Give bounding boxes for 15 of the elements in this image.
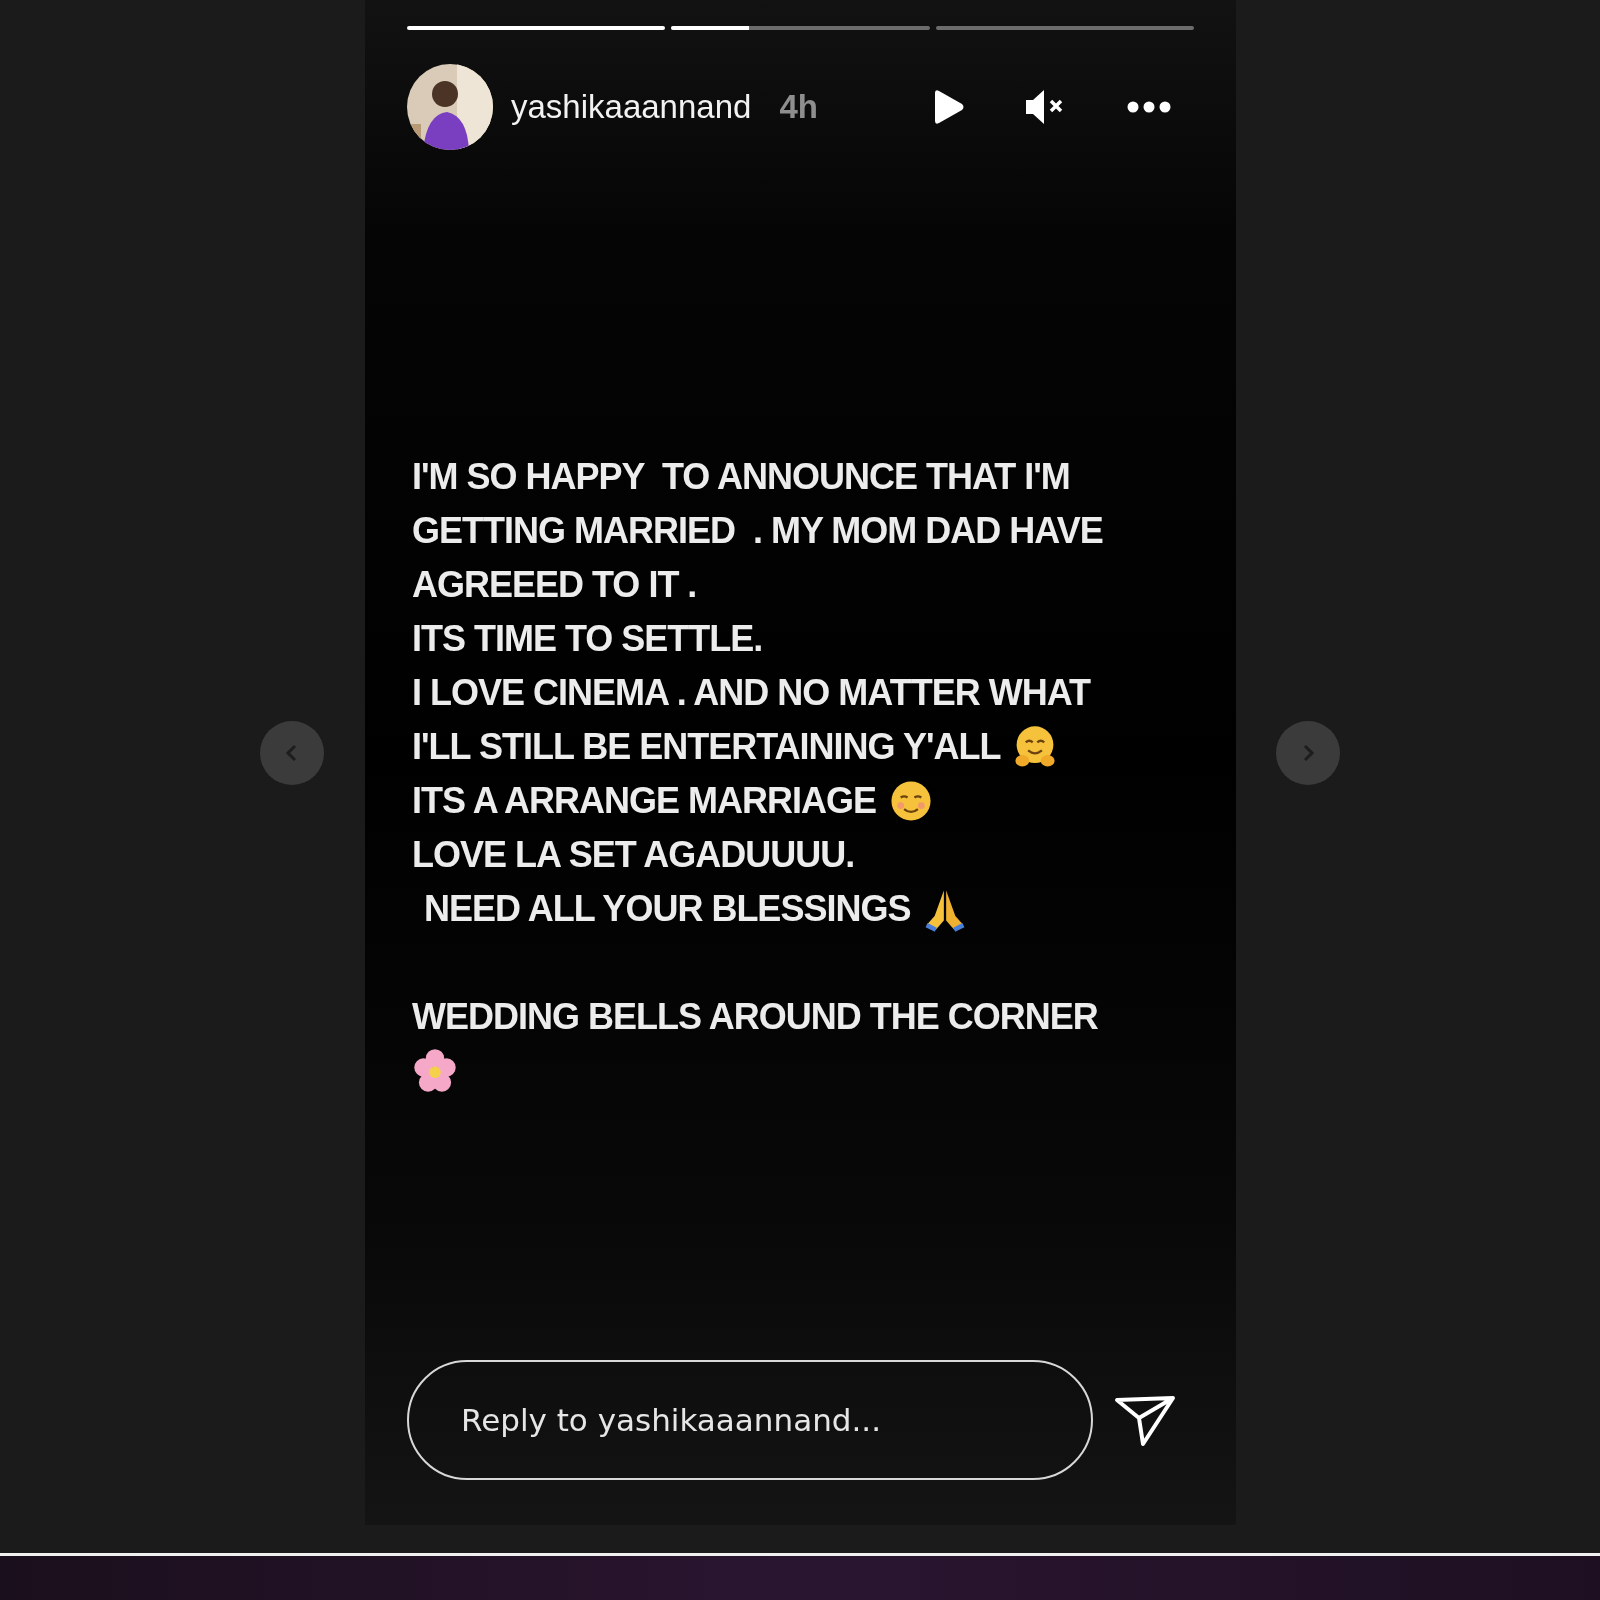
story-text: I LOVE CINEMA . AND NO MATTER WHAT (412, 672, 1090, 714)
more-button[interactable] (1126, 100, 1172, 114)
story-text: LOVE LA SET AGADUUUU. (412, 834, 855, 876)
story-text: I'M SO HAPPY TO ANNOUNCE THAT I'M (412, 456, 1070, 498)
story-text: AGREEED TO IT . (412, 564, 697, 606)
story-text: ITS TIME TO SETTLE. (412, 618, 763, 660)
story-text: GETTING MARRIED . MY MOM DAD HAVE (412, 510, 1103, 552)
more-icon (1126, 100, 1172, 114)
story-text: WEDDING BELLS AROUND THE CORNER (412, 996, 1098, 1038)
story-text: ITS A ARRANGE MARRIAGE (412, 780, 876, 822)
story-text: NEED ALL YOUR BLESSINGS (424, 888, 911, 930)
post-time: 4h (779, 88, 818, 126)
reply-field[interactable]: Reply to yashikaaannand... (407, 1360, 1093, 1480)
story-text: I'LL STILL BE ENTERTAINING Y'ALL (412, 726, 1001, 768)
username[interactable]: yashikaaannand (511, 88, 752, 126)
